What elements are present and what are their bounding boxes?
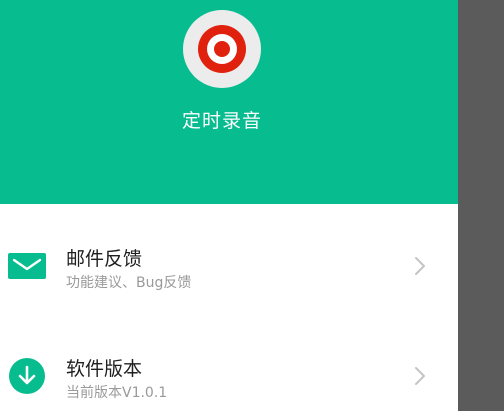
chevron-right-icon [410,254,430,278]
navigation-drawer: 定时录音 邮件反馈 功能建议、Bug反馈 软件版本 当前版本V1.0.1 [0,0,458,411]
record-target-icon [183,10,261,88]
menu-item-subtitle: 功能建议、Bug反馈 [66,275,192,291]
menu-item-subtitle: 当前版本V1.0.1 [66,385,168,401]
mail-icon [8,247,46,285]
chevron-right-icon [410,364,430,388]
menu-item-title: 软件版本 [66,358,143,380]
menu-item-software-version[interactable]: 软件版本 当前版本V1.0.1 [0,332,458,411]
download-icon [8,357,46,395]
app-title: 定时录音 [181,110,262,132]
drawer-scrim[interactable] [458,0,504,411]
menu-item-title: 邮件反馈 [66,248,143,270]
menu-item-email-feedback[interactable]: 邮件反馈 功能建议、Bug反馈 [0,222,458,312]
drawer-header: 定时录音 [0,0,458,204]
